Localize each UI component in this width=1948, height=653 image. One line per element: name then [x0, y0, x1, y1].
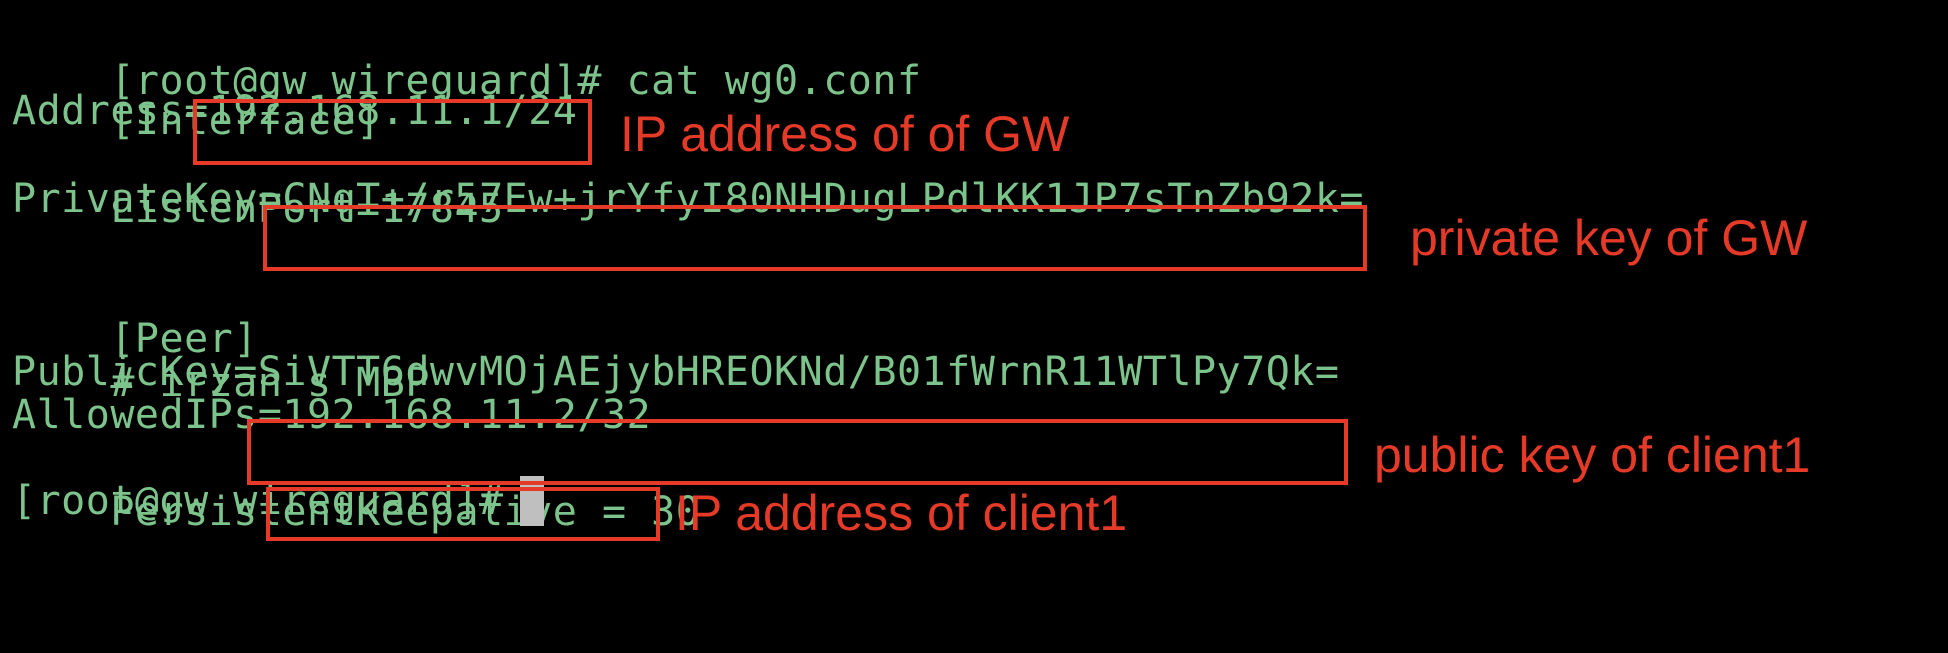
- highlight-box-client-ip: [266, 487, 660, 541]
- annotation-gw-private-key: private key of GW: [1410, 210, 1808, 266]
- annotation-gw-ip: IP address of of GW: [620, 106, 1070, 162]
- annotation-client-ip: IP address of client1: [675, 485, 1128, 541]
- annotation-client-public-key: public key of client1: [1374, 427, 1811, 483]
- highlight-box-client-public-key: [247, 419, 1348, 485]
- highlight-box-gw-ip: [193, 99, 592, 165]
- highlight-box-gw-private-key: [263, 205, 1367, 271]
- private-key-key: PrivateKey=: [12, 176, 283, 222]
- terminal-window[interactable]: [root@gw wireguard]# cat wg0.conf [Inter…: [0, 0, 1948, 653]
